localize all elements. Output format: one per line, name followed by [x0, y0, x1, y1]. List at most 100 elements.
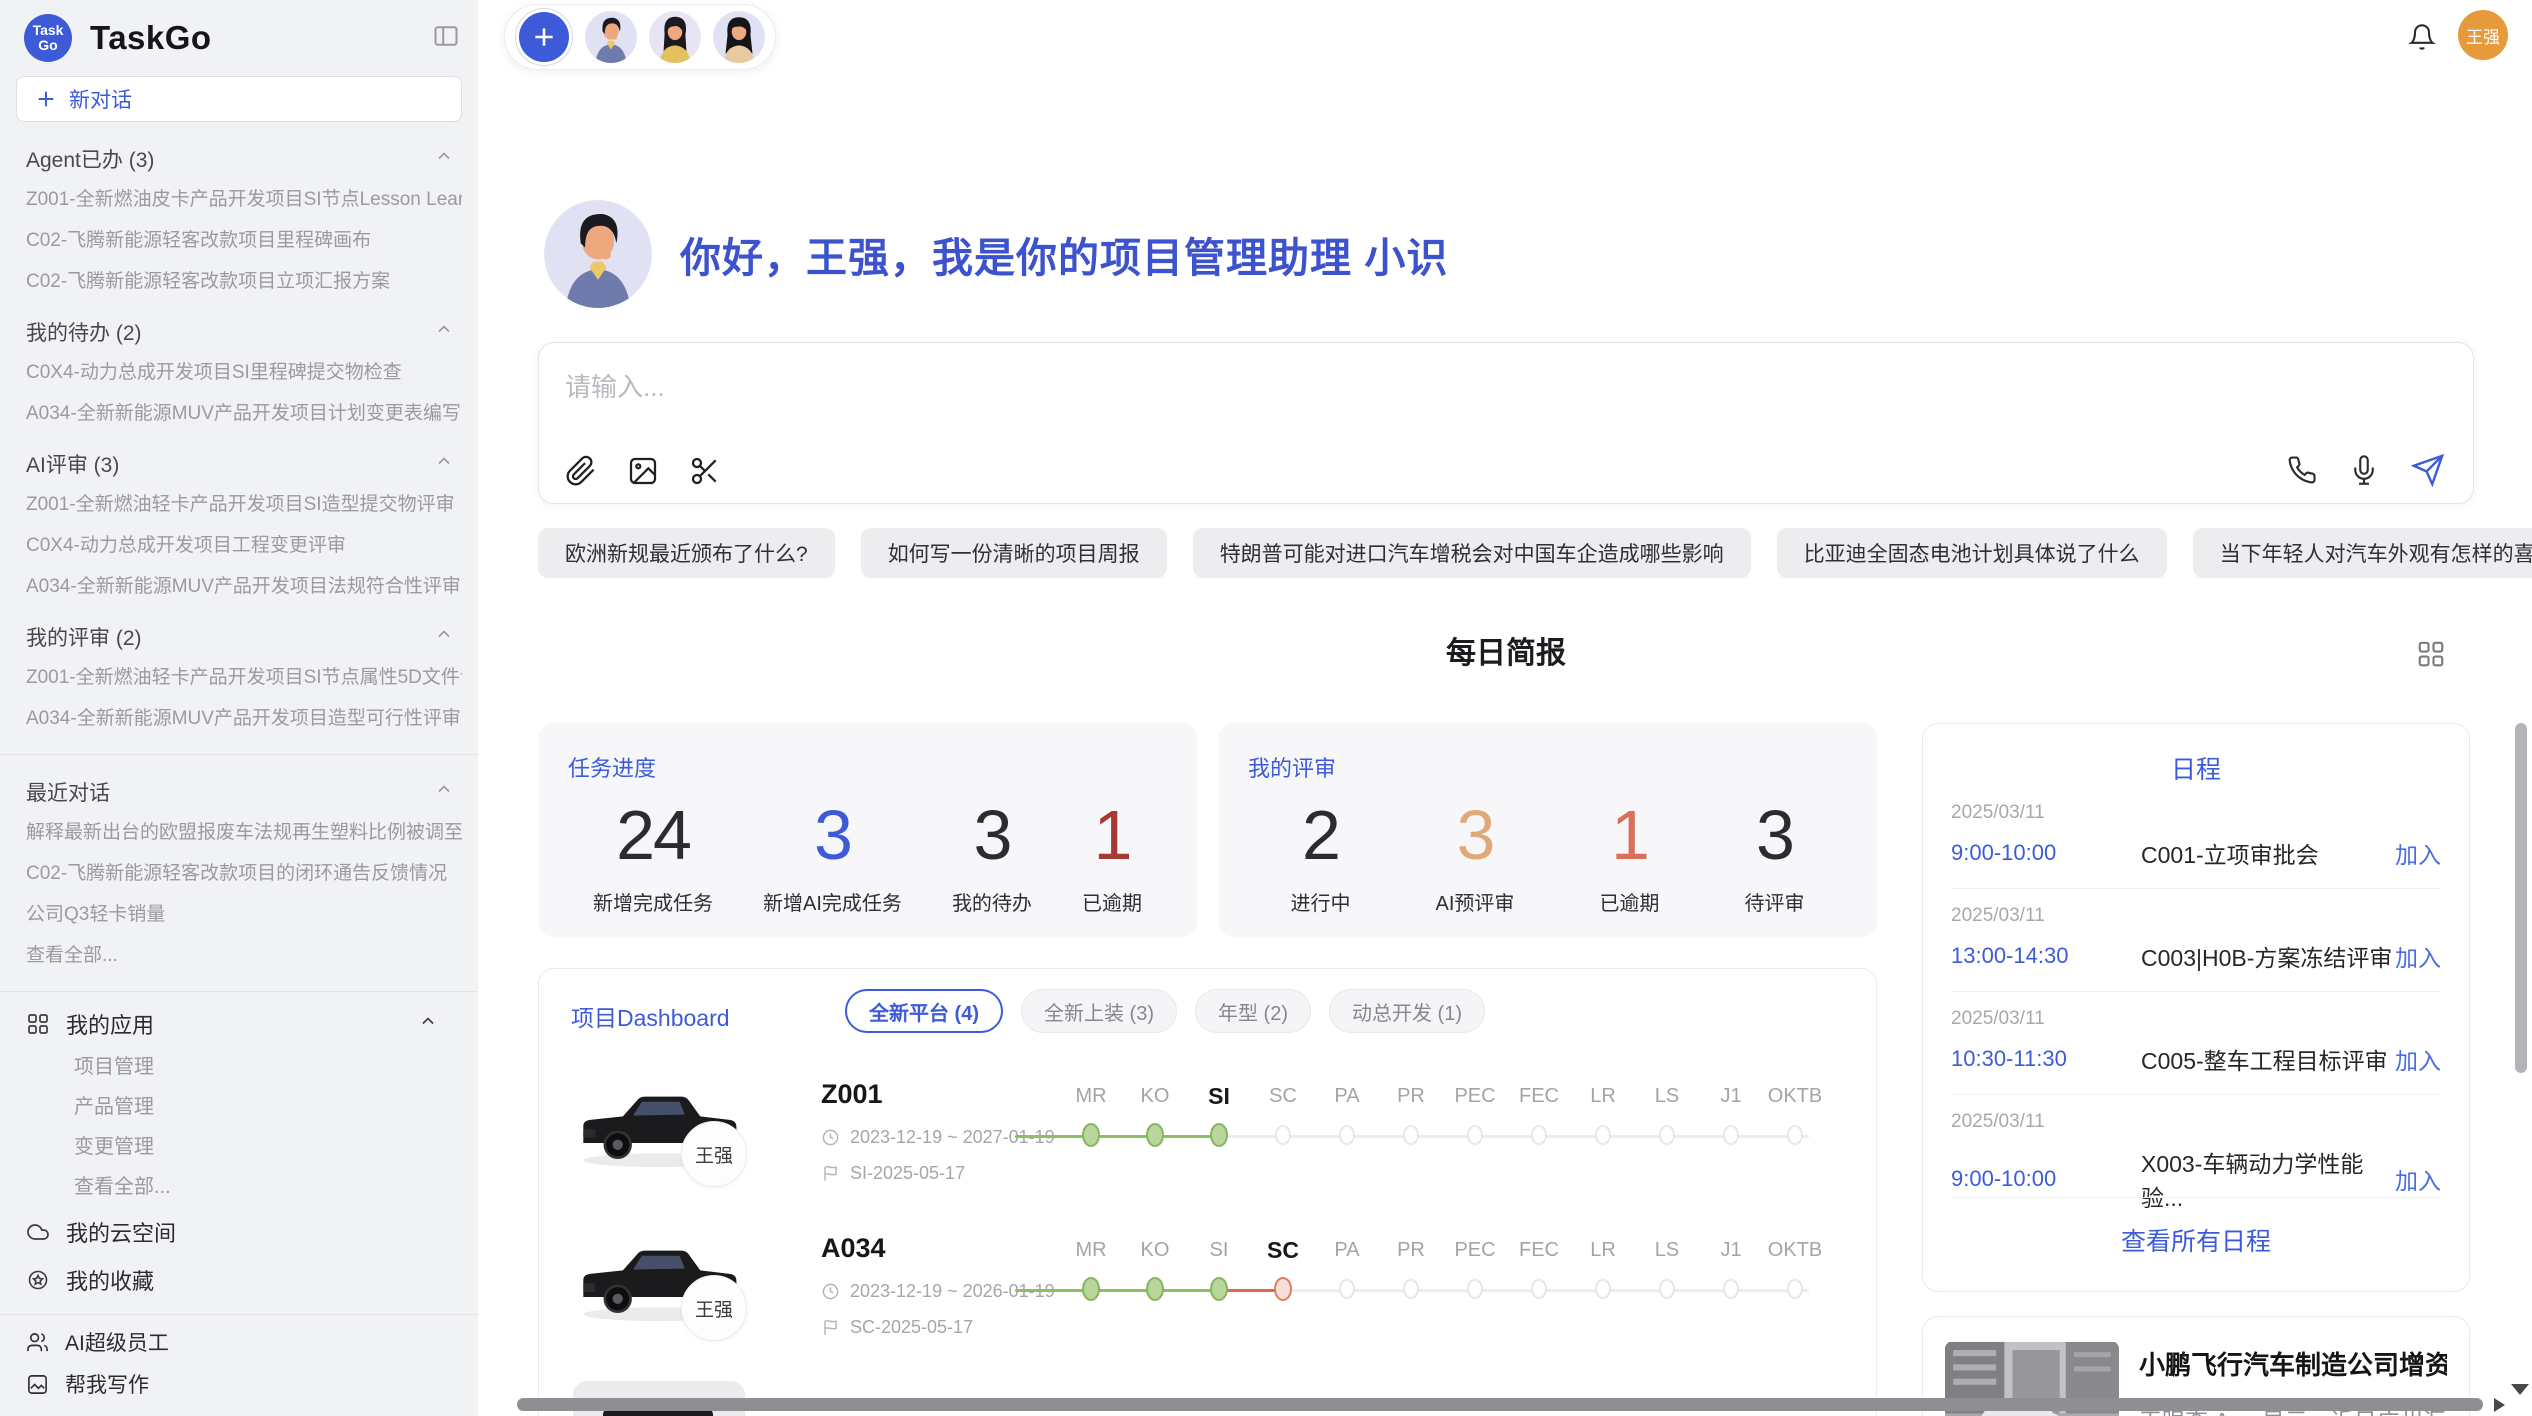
- sidebar-item[interactable]: Z001-全新燃油皮卡产品开发项目SI节点Lesson Learn报告: [16, 187, 462, 213]
- section-header-my-review[interactable]: 我的评审 (2): [16, 624, 462, 650]
- milestone-label: PEC: [1454, 1235, 1495, 1265]
- suggestion-chip[interactable]: 当下年轻人对汽车外观有怎样的喜好趋势: [2193, 528, 2532, 578]
- sidebar-item[interactable]: A034-全新新能源MUV产品开发项目造型可行性评审: [16, 706, 462, 732]
- app-item-project-mgmt[interactable]: 项目管理: [16, 1054, 462, 1080]
- sidebar-item[interactable]: A034-全新新能源MUV产品开发项目法规符合性评审: [16, 574, 462, 600]
- agent-avatar-1[interactable]: [585, 11, 637, 63]
- stat-label: 新增完成任务: [593, 887, 713, 916]
- input-attachment-tools: [565, 455, 721, 487]
- microphone-icon[interactable]: [2349, 455, 2379, 485]
- app-title: TaskGo: [90, 19, 432, 57]
- user-avatar[interactable]: 王强: [2458, 10, 2508, 60]
- filter-new-platform[interactable]: 全新平台 (4): [845, 989, 1003, 1033]
- section-header-my-todo[interactable]: 我的待办 (2): [16, 319, 462, 345]
- new-chat-button[interactable]: 新对话: [16, 76, 462, 122]
- send-icon[interactable]: [2411, 453, 2445, 487]
- suggestion-chip[interactable]: 欧洲新规最近颁布了什么?: [538, 528, 835, 578]
- sidebar-item[interactable]: C02-飞腾新能源轻客改款项目立项汇报方案: [16, 269, 462, 295]
- sidebar-item[interactable]: C0X4-动力总成开发项目工程变更评审: [16, 533, 462, 559]
- sidebar-item-favorites[interactable]: 我的收藏: [16, 1264, 462, 1296]
- phone-icon[interactable]: [2287, 455, 2317, 485]
- scissors-icon[interactable]: [689, 455, 721, 487]
- apps-view-all[interactable]: 查看全部...: [16, 1174, 462, 1200]
- recent-chat-item[interactable]: C02-飞腾新能源轻客改款项目的闭环通告反馈情况: [16, 861, 462, 887]
- section-title: 我的待办 (2): [26, 317, 142, 347]
- new-session-button[interactable]: [519, 12, 569, 62]
- assistant-avatar: [544, 200, 652, 308]
- event-date: 2025/03/11: [1951, 905, 2441, 927]
- input-action-tools: [2287, 453, 2445, 487]
- join-link[interactable]: 加入: [2395, 1042, 2441, 1076]
- chevron-up-icon: [434, 779, 454, 805]
- filter-year-model[interactable]: 年型 (2): [1195, 989, 1311, 1033]
- recent-view-all[interactable]: 查看全部...: [16, 943, 462, 969]
- sidebar-item-my-apps[interactable]: 我的应用: [16, 1008, 462, 1040]
- milestone-track: MR KO SI SC PA PR PEC FEC LR LS J1 OKTB: [1059, 1235, 1849, 1301]
- view-all-schedule-link[interactable]: 查看所有日程: [1923, 1222, 2469, 1258]
- image-icon[interactable]: [627, 455, 659, 487]
- notification-bell-icon[interactable]: [2408, 23, 2436, 56]
- scroll-right-arrow[interactable]: [2494, 1398, 2505, 1412]
- sidebar-item[interactable]: C02-飞腾新能源轻客改款项目里程碑画布: [16, 228, 462, 254]
- sidebar-item-cloud-space[interactable]: 我的云空间: [16, 1216, 462, 1248]
- milestone-track: MR KO SI SC PA PR PEC FEC LR LS J1 OKTB: [1059, 1081, 1849, 1147]
- join-link[interactable]: 加入: [2395, 939, 2441, 973]
- project-code: Z001: [821, 1079, 883, 1110]
- sidebar-item-help-write[interactable]: 帮我写作: [16, 1369, 462, 1399]
- milestone-label: OKTB: [1768, 1235, 1822, 1265]
- project-owner-badge: 王强: [681, 1275, 747, 1341]
- scroll-down-arrow[interactable]: [2511, 1384, 2529, 1395]
- milestone-label: KO: [1141, 1081, 1170, 1111]
- my-apps-label: 我的应用: [66, 1008, 418, 1040]
- sidebar-item[interactable]: C0X4-动力总成开发项目SI里程碑提交物检查: [16, 360, 462, 386]
- milestone-dot-pending: [1723, 1125, 1739, 1145]
- milestone-label: MR: [1075, 1235, 1106, 1265]
- milestone-label: LR: [1590, 1081, 1616, 1111]
- briefing-stats-row: 任务进度 24 新增完成任务 3 新增AI完成任务 3 我的待办 1 已逾期: [538, 723, 1877, 937]
- flag-icon: [821, 1318, 840, 1337]
- layout-grid-icon[interactable]: [2416, 639, 2446, 674]
- filter-powertrain[interactable]: 动总开发 (1): [1329, 989, 1485, 1033]
- section-header-agent-done[interactable]: Agent已办 (3): [16, 146, 462, 172]
- chat-input[interactable]: [565, 365, 2065, 409]
- vertical-scrollbar[interactable]: [2515, 723, 2527, 1073]
- ai-staff-label: AI超级员工: [65, 1327, 169, 1357]
- section-header-recent-chats[interactable]: 最近对话: [16, 779, 462, 805]
- sidebar-item[interactable]: A034-全新新能源MUV产品开发项目计划变更表编写: [16, 401, 462, 427]
- stat-my-todo: 3 我的待办: [952, 793, 1032, 916]
- recent-chat-item[interactable]: 公司Q3轻卡销量: [16, 902, 462, 928]
- sidebar-item[interactable]: Z001-全新燃油轻卡产品开发项目SI造型提交物评审: [16, 492, 462, 518]
- milestone-label: LS: [1655, 1081, 1679, 1111]
- event-name: X003-车辆动力学性能验...: [2141, 1145, 2395, 1213]
- suggestion-chip[interactable]: 如何写一份清晰的项目周报: [861, 528, 1167, 578]
- paperclip-icon[interactable]: [565, 455, 597, 487]
- sidebar-item[interactable]: Z001-全新燃油轻卡产品开发项目SI节点属性5D文件评审: [16, 665, 462, 691]
- suggestion-chips: 欧洲新规最近颁布了什么? 如何写一份清晰的项目周报 特朗普可能对进口汽车增税会对…: [538, 528, 2474, 578]
- stat-ai-prereview: 3 AI预评审: [1436, 793, 1515, 916]
- schedule-title: 日程: [1923, 750, 2469, 786]
- join-link[interactable]: 加入: [2395, 1162, 2441, 1196]
- horizontal-scrollbar[interactable]: [517, 1398, 2483, 1411]
- event-time: 13:00-14:30: [1951, 943, 2141, 969]
- app-item-change-mgmt[interactable]: 变更管理: [16, 1134, 462, 1160]
- suggestion-chip[interactable]: 比亚迪全固态电池计划具体说了什么: [1777, 528, 2167, 578]
- agent-avatar-2[interactable]: [649, 11, 701, 63]
- stat-overdue: 1 已逾期: [1082, 793, 1142, 916]
- sidebar-collapse-icon[interactable]: [432, 22, 460, 55]
- join-link[interactable]: 加入: [2395, 836, 2441, 870]
- project-flag: SC-2025-05-17: [821, 1317, 973, 1338]
- project-row-a034[interactable]: 王强 A034 2023-12-19 ~ 2026-01-19 SC-2025-…: [539, 1221, 1877, 1371]
- section-header-ai-review[interactable]: AI评审 (3): [16, 451, 462, 477]
- schedule-event: 2025/03/11 9:00-10:00 C001-立项审批会 加入: [1923, 786, 2469, 889]
- suggestion-chip[interactable]: 特朗普可能对进口汽车增税会对中国车企造成哪些影响: [1193, 528, 1751, 578]
- project-row-z001[interactable]: 王强 Z001 2023-12-19 ~ 2027-01-19 SI-2025-…: [539, 1067, 1877, 1217]
- agent-avatar-3[interactable]: [713, 11, 765, 63]
- recent-chat-item[interactable]: 解释最新出台的欧盟报废车法规再生塑料比例被调至15%...: [16, 820, 462, 846]
- app-item-product-mgmt[interactable]: 产品管理: [16, 1094, 462, 1120]
- sidebar-item-ai-staff[interactable]: AI超级员工: [16, 1327, 462, 1357]
- sidebar-item-creative-draw[interactable]: 创意制图: [16, 1411, 462, 1416]
- grid-icon: [26, 1012, 50, 1036]
- milestone-label: SI: [1210, 1235, 1229, 1265]
- news-title: 小鹏飞行汽车制造公司增资: [2139, 1345, 2447, 1382]
- filter-new-body[interactable]: 全新上装 (3): [1021, 989, 1177, 1033]
